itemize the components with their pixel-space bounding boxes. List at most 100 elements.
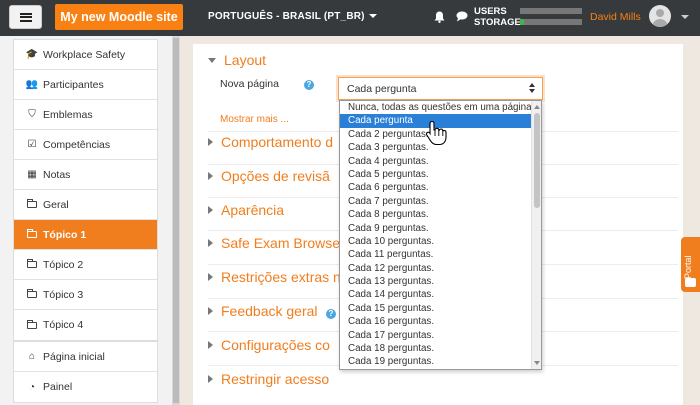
dropdown-option[interactable]: Cada 17 perguntas.: [340, 329, 532, 342]
drawer-item-label: Tópico 1: [43, 228, 87, 241]
avatar-head: [656, 9, 664, 17]
portal-icon: [685, 278, 696, 287]
section-restricoes-extras[interactable]: Restrições extras n: [208, 269, 341, 285]
section-aparencia[interactable]: Aparência: [208, 202, 284, 218]
collapsed-arrow-icon: [208, 375, 213, 383]
expanded-arrow-icon: [208, 57, 216, 63]
dropdown-option[interactable]: Cada 9 perguntas.: [340, 222, 532, 235]
section-title: Aparência: [221, 202, 285, 218]
section-title: Opções de revisã: [221, 168, 330, 184]
folder-icon: [27, 289, 37, 300]
users-icon: 👥: [25, 79, 39, 90]
dropdown-option[interactable]: Cada 12 perguntas.: [340, 262, 532, 275]
select-value: Cada pergunta: [347, 82, 417, 95]
storage-usage-bar: [520, 19, 582, 25]
section-configuracoes[interactable]: Configurações co: [208, 337, 330, 353]
drawer-item-emblemas[interactable]: ⛉ Emblemas: [14, 100, 157, 130]
nova-pagina-select[interactable]: Cada pergunta: [338, 77, 543, 100]
drawer-item-label: Emblemas: [43, 108, 93, 121]
portal-label: Portal: [683, 255, 693, 279]
user-menu-caret-icon[interactable]: [681, 15, 689, 19]
section-title: Layout: [224, 52, 267, 68]
dashboard-icon: ◔: [28, 381, 36, 393]
shield-icon: ⛉: [28, 109, 36, 120]
dropdown-option[interactable]: Cada 5 perguntas.: [340, 168, 532, 181]
drawer-item-label: Página inicial: [43, 350, 105, 363]
folder-icon: [27, 259, 37, 270]
course-nav-group: 🎓 Workplace Safety 👥 Participantes ⛉ Emblem…: [13, 39, 158, 341]
section-title: Feedback geral: [221, 303, 318, 319]
dropdown-option[interactable]: Cada 10 perguntas.: [340, 235, 532, 248]
dropdown-option[interactable]: Cada 18 perguntas.: [340, 342, 532, 355]
drawer-item-topico-1[interactable]: Tópico 1: [14, 220, 157, 250]
portal-side-tab[interactable]: Portal: [681, 237, 700, 292]
drawer-item-painel[interactable]: ◔ Painel: [14, 372, 157, 402]
hamburger-icon: [19, 12, 32, 22]
select-arrows-icon: [529, 83, 535, 94]
scroll-down-icon[interactable]: [534, 361, 540, 365]
storage-usage-fill: [520, 19, 524, 25]
dropdown-option[interactable]: Cada 4 perguntas.: [340, 155, 532, 168]
section-safe-exam-browser[interactable]: Safe Exam Browse: [208, 235, 340, 251]
collapsed-arrow-icon: [208, 206, 213, 214]
section-title: Restrições extras n: [221, 269, 341, 285]
language-menu[interactable]: PORTUGUÊS - BRASIL (PT_BR): [208, 11, 377, 22]
dropdown-option[interactable]: Cada 7 perguntas.: [340, 195, 532, 208]
section-comportamento[interactable]: Comportamento d: [208, 134, 333, 150]
drawer-item-geral[interactable]: Geral: [14, 190, 157, 220]
dropdown-option[interactable]: Nunca, todas as questões em uma página: [340, 101, 532, 114]
collapsed-arrow-icon: [208, 172, 213, 180]
dropdown-option[interactable]: Cada 6 perguntas.: [340, 181, 532, 194]
section-feedback-geral[interactable]: Feedback geral: [208, 303, 318, 319]
storage-stat-label: STORAGE: [474, 17, 521, 28]
drawer-item-label: Workplace Safety: [43, 48, 126, 61]
dropdown-scrollbar[interactable]: [531, 101, 541, 369]
hand-cursor-icon: [425, 120, 447, 146]
mostrar-mais-link[interactable]: Mostrar mais ...: [220, 114, 289, 125]
caret-down-icon: [368, 14, 377, 19]
help-icon[interactable]: ?: [304, 80, 314, 90]
help-icon[interactable]: ?: [326, 309, 336, 319]
section-restringir-acesso[interactable]: Restringir acesso: [208, 371, 329, 387]
dropdown-scroll-thumb[interactable]: [534, 113, 540, 208]
drawer-item-pagina-inicial[interactable]: ⌂ Página inicial: [14, 342, 157, 372]
drawer-scroll-thumb[interactable]: [173, 38, 179, 403]
drawer-item-topico-2[interactable]: Tópico 2: [14, 250, 157, 280]
dropdown-option[interactable]: Cada 13 perguntas.: [340, 275, 532, 288]
dropdown-option[interactable]: Cada 11 perguntas.: [340, 248, 532, 261]
drawer-item-topico-3[interactable]: Tópico 3: [14, 280, 157, 310]
checkbox-icon: ☑: [27, 139, 37, 150]
dropdown-option[interactable]: Cada 19 perguntas.: [340, 355, 532, 368]
drawer-item-workplace-safety[interactable]: 🎓 Workplace Safety: [14, 40, 157, 70]
scroll-up-icon[interactable]: [534, 105, 540, 109]
language-label: PORTUGUÊS - BRASIL (PT_BR): [208, 11, 365, 22]
users-stat-label: USERS: [474, 6, 507, 17]
graduation-cap-icon: 🎓: [25, 49, 39, 60]
drawer-item-label: Notas: [43, 168, 71, 181]
drawer-item-label: Painel: [43, 381, 73, 393]
drawer-item-topico-4[interactable]: Tópico 4: [14, 310, 157, 340]
dropdown-option[interactable]: Cada 15 perguntas.: [340, 302, 532, 315]
drawer-item-competencias[interactable]: ☑ Competências: [14, 130, 157, 160]
chat-icon[interactable]: [456, 11, 468, 22]
section-title: Restringir acesso: [221, 371, 330, 387]
site-name-button[interactable]: My new Moodle site: [55, 4, 183, 30]
dropdown-option[interactable]: Cada 16 perguntas.: [340, 315, 532, 328]
drawer-item-label: Tópico 4: [43, 319, 84, 331]
collapsed-arrow-icon: [208, 239, 213, 247]
section-opcoes-revisao[interactable]: Opções de revisã: [208, 168, 330, 184]
dropdown-option[interactable]: Cada 8 perguntas.: [340, 208, 532, 221]
drawer-item-participantes[interactable]: 👥 Participantes: [14, 70, 157, 100]
drawer-item-label: Tópico 2: [43, 258, 84, 271]
section-layout-header[interactable]: Layout: [208, 52, 266, 68]
site-nav-group: ⌂ Página inicial ◔ Painel: [13, 341, 158, 403]
bell-icon[interactable]: [434, 11, 445, 23]
drawer-scrollbar[interactable]: [172, 36, 180, 405]
user-name[interactable]: David Mills: [590, 11, 641, 23]
drawer-item-notas[interactable]: ▦ Notas: [14, 160, 157, 190]
users-usage-bar: [520, 8, 582, 14]
menu-toggle-button[interactable]: [9, 5, 42, 29]
collapsed-arrow-icon: [208, 273, 213, 281]
dropdown-option[interactable]: Cada 14 perguntas.: [340, 288, 532, 301]
avatar[interactable]: [649, 5, 671, 27]
